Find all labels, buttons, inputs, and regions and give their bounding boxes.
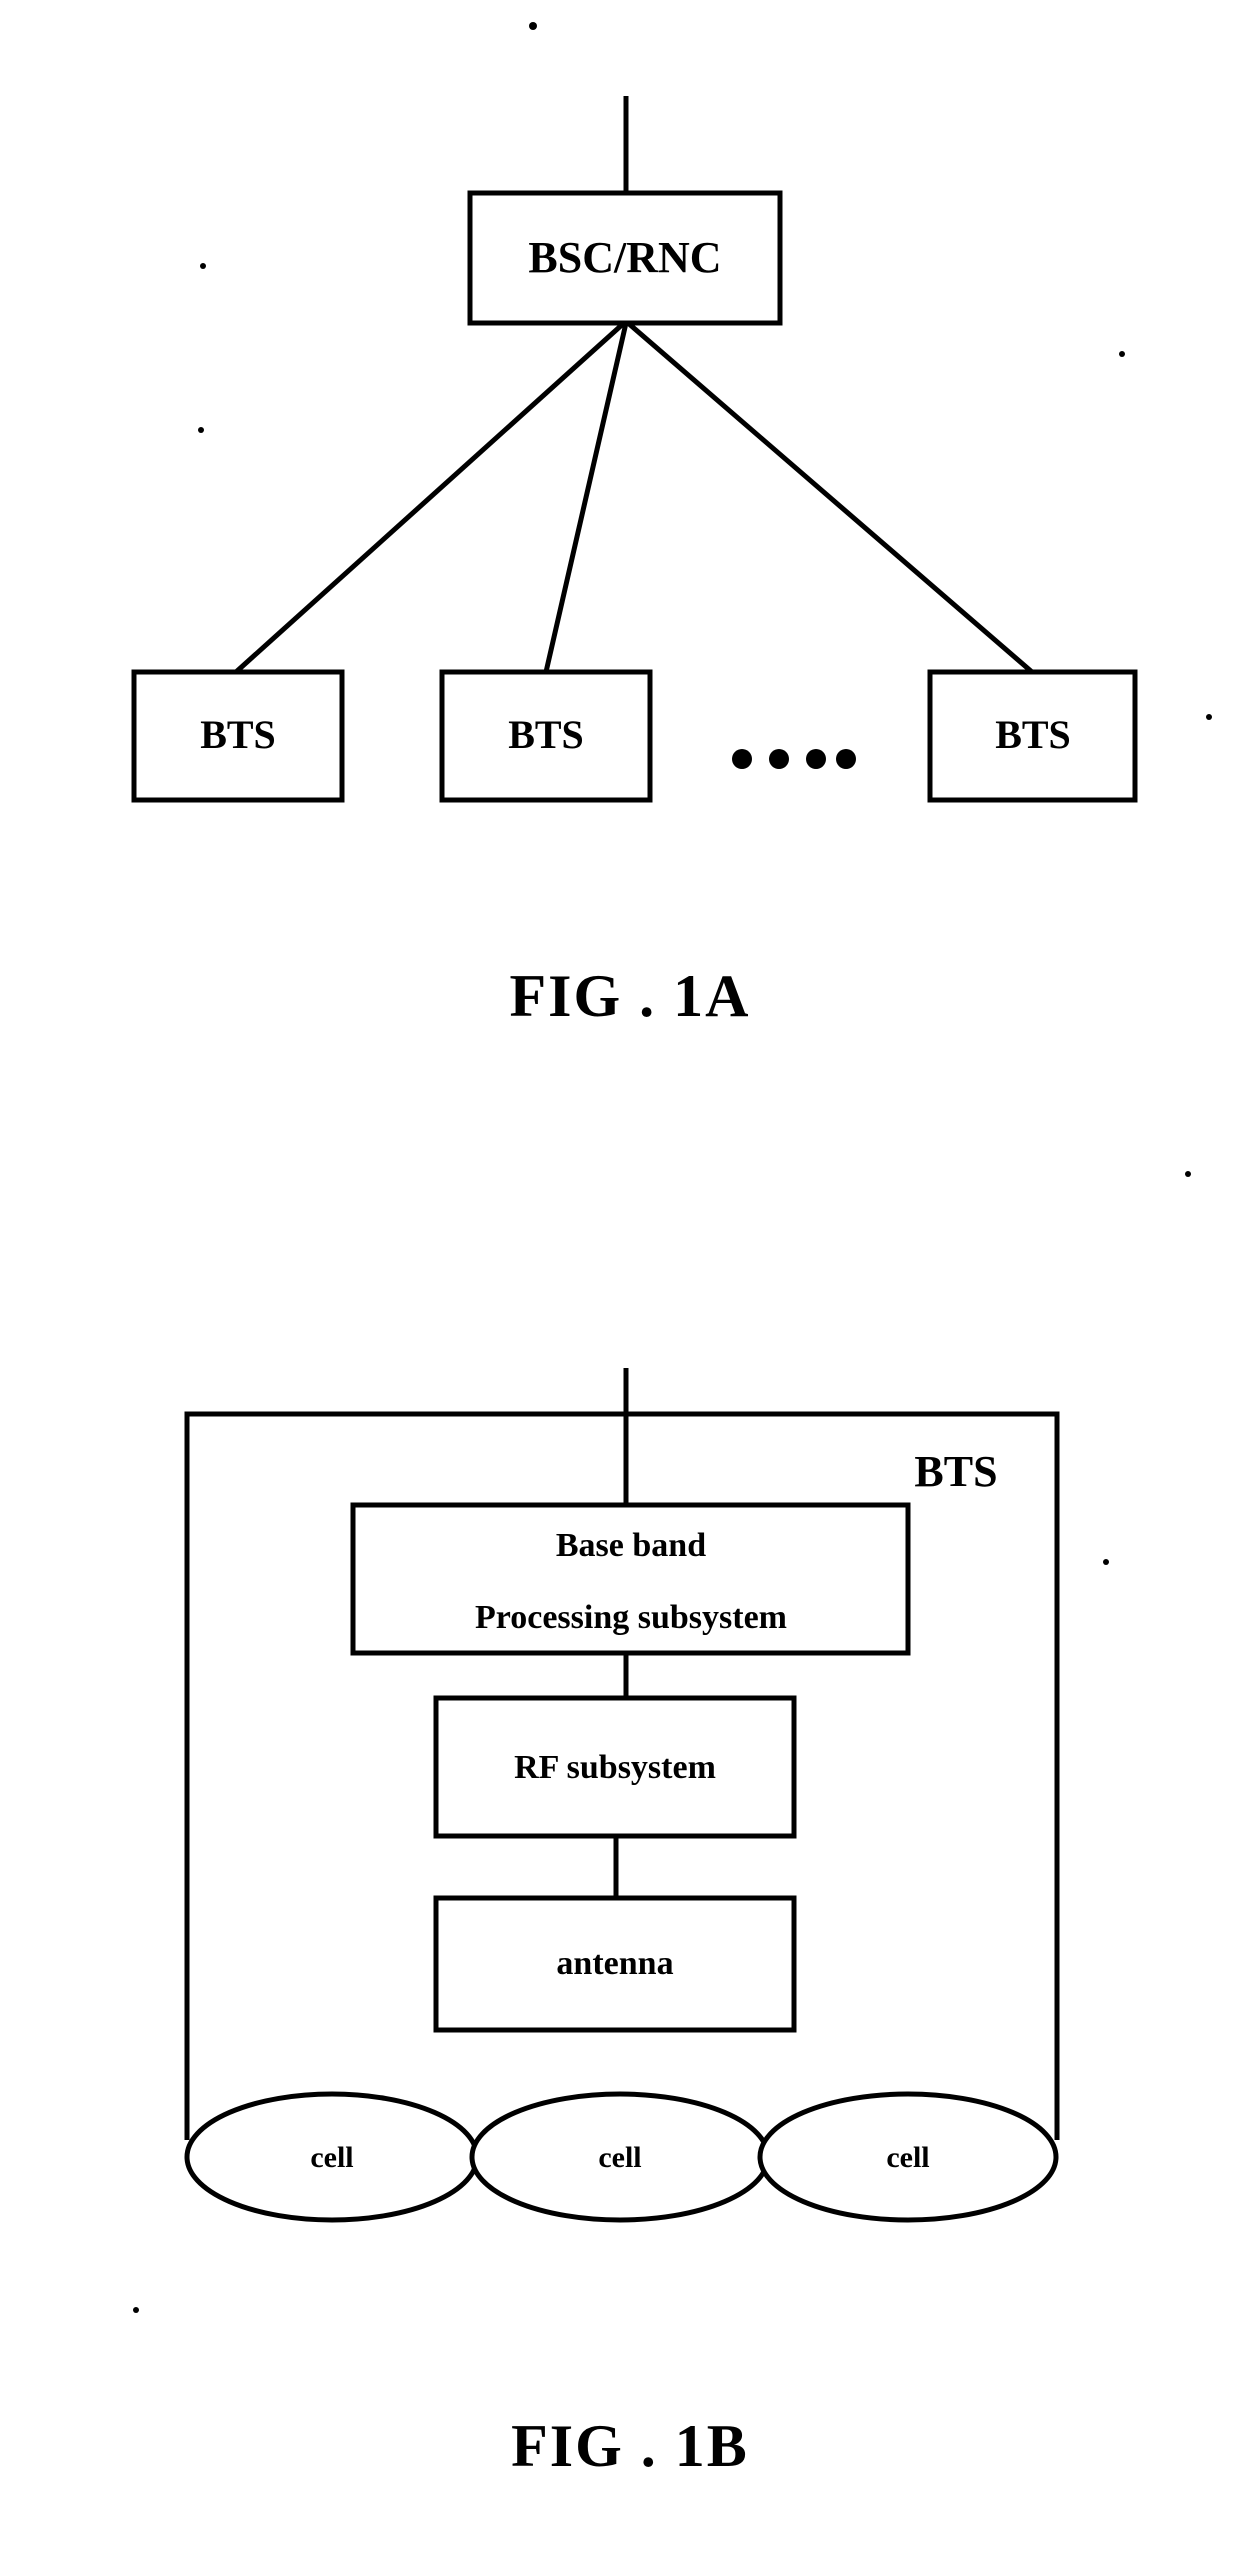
figure-1a-group: BSC/RNC BTS BTS BTS FIG . 1A	[131, 96, 1138, 1029]
figure-1b-group: BTS Base band Processing subsystem RF su…	[184, 1368, 1060, 2479]
baseband-label-line-2: Processing subsystem	[475, 1599, 787, 1636]
figure-sheet-canvas: BSC/RNC BTS BTS BTS FIG . 1A BTS Base ba…	[131, 22, 1212, 2479]
figure-1a-caption: FIG . 1A	[510, 963, 751, 1029]
cell-label-2: cell	[598, 2141, 641, 2174]
speck-top	[529, 22, 537, 30]
rf-subsystem-label: RF subsystem	[514, 1749, 716, 1786]
cell-label-1: cell	[310, 2141, 353, 2174]
controller-label: BSC/RNC	[528, 233, 721, 282]
bts-label-3: BTS	[995, 712, 1071, 757]
speck-right-lower	[1185, 1171, 1191, 1177]
ellipsis-dot-3	[806, 749, 826, 769]
connector-controller-to-bts-2	[543, 322, 629, 673]
speck-right-mid	[1206, 714, 1212, 720]
connector-controller-to-bts-3	[626, 321, 1034, 674]
antenna-label: antenna	[556, 1945, 673, 1982]
bts-label-1: BTS	[200, 712, 276, 757]
speck-left-mid	[198, 427, 204, 433]
cell-label-3: cell	[886, 2141, 929, 2174]
speck-right-fig1b	[1103, 1559, 1109, 1565]
connector-controller-to-bts-1	[234, 321, 626, 674]
ellipsis-dot-2	[769, 749, 789, 769]
ellipsis-dot-1	[732, 749, 752, 769]
bts-container-label: BTS	[914, 1447, 997, 1496]
bts-label-2: BTS	[508, 712, 584, 757]
speck-right-upper	[1119, 351, 1125, 357]
baseband-label-line-1: Base band	[556, 1527, 706, 1564]
speck-bottom-left	[133, 2307, 139, 2313]
patent-figure-page: BSC/RNC BTS BTS BTS FIG . 1A BTS Base ba…	[0, 0, 1252, 2564]
speck-left-upper	[200, 263, 206, 269]
bts-ellipsis-dots	[732, 749, 856, 769]
ellipsis-dot-4	[836, 749, 856, 769]
figure-1b-caption: FIG . 1B	[511, 2413, 749, 2479]
